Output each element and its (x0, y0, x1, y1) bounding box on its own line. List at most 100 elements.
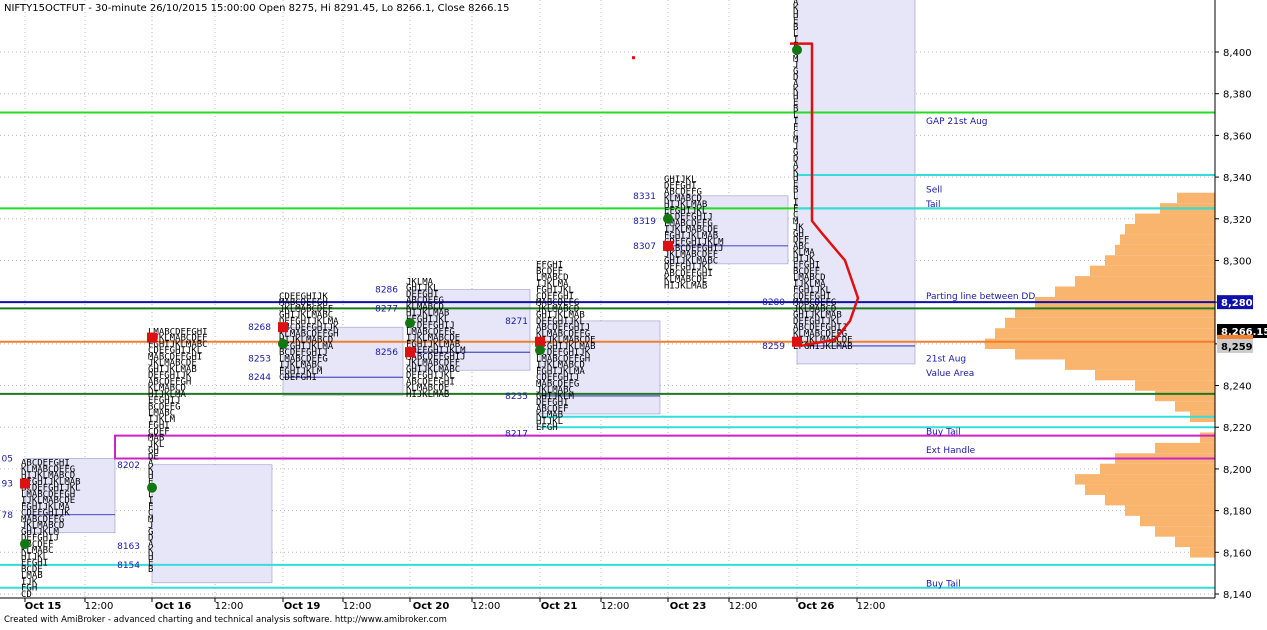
tpo-row: EFGHI (536, 261, 563, 271)
level-label: 8202 (117, 461, 140, 471)
level-label: 8277 (375, 304, 398, 314)
level-label: 8286 (375, 286, 398, 296)
y-tick-label: 8,180 (1223, 507, 1252, 518)
level-label: 8154 (117, 561, 140, 571)
volume-profile-bar (1135, 213, 1215, 224)
y-tick-label: 8,340 (1223, 173, 1252, 184)
level-label: 8235 (505, 392, 528, 402)
x-tick-label: 12:00 (472, 601, 501, 612)
price-label: 8,280 (1221, 298, 1253, 309)
poc-marker (147, 332, 157, 343)
y-tick-label: 8,160 (1223, 548, 1252, 559)
level-label: 8319 (633, 217, 656, 227)
annotation: GAP 21st Aug (926, 117, 988, 127)
poc-marker (20, 478, 30, 489)
x-tick-label: Oct 21 (541, 601, 578, 612)
tpo-row: CDEFGHIJK (279, 292, 328, 302)
open-marker (535, 345, 545, 356)
volume-profile-bar (1155, 526, 1215, 537)
x-tick-label: 12:00 (215, 601, 244, 612)
poc-marker (278, 322, 288, 333)
y-tick-label: 8,140 (1223, 590, 1252, 601)
volume-profile-bar (1095, 369, 1215, 381)
poc-marker (405, 347, 415, 358)
y-tick-label: 8,320 (1223, 215, 1252, 226)
tpo-row: GHIJKL (664, 175, 697, 185)
volume-profile-bar (1085, 484, 1215, 495)
volume-profile-bar (1075, 474, 1215, 485)
level-label: 8268 (248, 323, 271, 333)
tpo-row: JKLMA (406, 277, 434, 287)
level-label: 8271 (505, 317, 528, 327)
x-tick-label: 12:00 (729, 601, 758, 612)
tpo-row: ABCDEFGHI (21, 459, 70, 469)
volume-profile-bar (1175, 401, 1215, 412)
volume-profile-bar (1125, 505, 1215, 516)
open-marker (278, 338, 288, 349)
x-tick-label: Oct 26 (798, 601, 835, 612)
chart-footer: Created with AmiBroker - advanced charti… (4, 615, 447, 625)
open-marker (405, 318, 415, 328)
volume-profile-bar (1155, 442, 1215, 454)
volume-profile-bar (1155, 390, 1215, 402)
annotation: Ext Handle (926, 446, 976, 456)
annotation: Tail (925, 200, 941, 210)
level-label: 8244 (248, 373, 271, 383)
x-tick-label: 12:00 (343, 601, 372, 612)
y-tick-label: 8,200 (1223, 465, 1252, 476)
volume-profile-bar (1115, 244, 1215, 256)
annotation: Sell (926, 186, 942, 196)
level-label: 8280 (762, 298, 785, 308)
annotation: Buy Tail (926, 580, 961, 590)
tpo-row: D (793, 0, 798, 2)
x-tick-label: 12:00 (601, 601, 630, 612)
market-profile-chart: CD FGH IJK LMAB BCDE EFGHI HIJKL KLMABC ABCDEF DE… (0, 0, 1267, 626)
volume-profile-bar (1015, 349, 1215, 360)
open-marker (663, 213, 673, 224)
price-label: 8,259 (1221, 342, 1253, 353)
x-tick-label: 12:00 (85, 601, 114, 612)
level-label: 8259 (762, 342, 785, 352)
volume-profile-bar (1065, 359, 1215, 370)
volume-profile-bar (1177, 192, 1215, 204)
level-label: 8256 (375, 348, 398, 358)
y-tick-label: 8,380 (1223, 90, 1252, 101)
open-marker (147, 482, 157, 493)
volume-profile-bar (1090, 265, 1215, 277)
red-dot (632, 56, 635, 60)
volume-profile-bar (1105, 494, 1215, 506)
y-tick-label: 8,300 (1223, 256, 1252, 267)
level-label: 8253 (248, 354, 271, 364)
level-label: 05 (2, 455, 13, 465)
chart-header: NIFTY15OCTFUT - 30-minute 26/10/2015 15:… (4, 3, 509, 14)
volume-profile-bar (1190, 547, 1215, 558)
chart-canvas: CDFGHIJKLMABBCDEEFGHIHIJKLKLMABCABCDEFDE… (0, 0, 1267, 626)
level-label: 8331 (633, 192, 656, 202)
open-marker (20, 538, 30, 549)
volume-profile-bar (985, 338, 1215, 350)
y-tick-label: 8,360 (1223, 131, 1252, 142)
annotation: Buy Tail (926, 427, 961, 437)
volume-profile-bar (1105, 255, 1215, 266)
annotation: Value Area (926, 369, 974, 379)
level-label: 78 (2, 511, 14, 521)
volume-profile-bar (1055, 286, 1215, 297)
volume-profile-bar (995, 328, 1215, 339)
volume-profile-bar (1100, 463, 1215, 475)
volume-profile-bar (1200, 432, 1215, 443)
y-tick-label: 8,240 (1223, 382, 1252, 393)
x-tick-label: Oct 16 (155, 601, 192, 612)
volume-profile-bar (1175, 536, 1215, 548)
x-tick-label: Oct 15 (25, 601, 62, 612)
level-label: 8217 (505, 429, 528, 439)
y-tick-label: 8,220 (1223, 423, 1252, 434)
annotation: 21st Aug (926, 354, 966, 364)
annotation: Parting line between DD (926, 292, 1035, 302)
level-label: 8307 (633, 242, 656, 252)
volume-profile-bar (1075, 276, 1215, 287)
open-marker (792, 44, 802, 55)
level-label: 8163 (117, 542, 140, 552)
volume-profile-bar (1140, 515, 1215, 527)
volume-profile-bar (1135, 380, 1215, 391)
y-tick-label: 8,400 (1223, 48, 1252, 59)
